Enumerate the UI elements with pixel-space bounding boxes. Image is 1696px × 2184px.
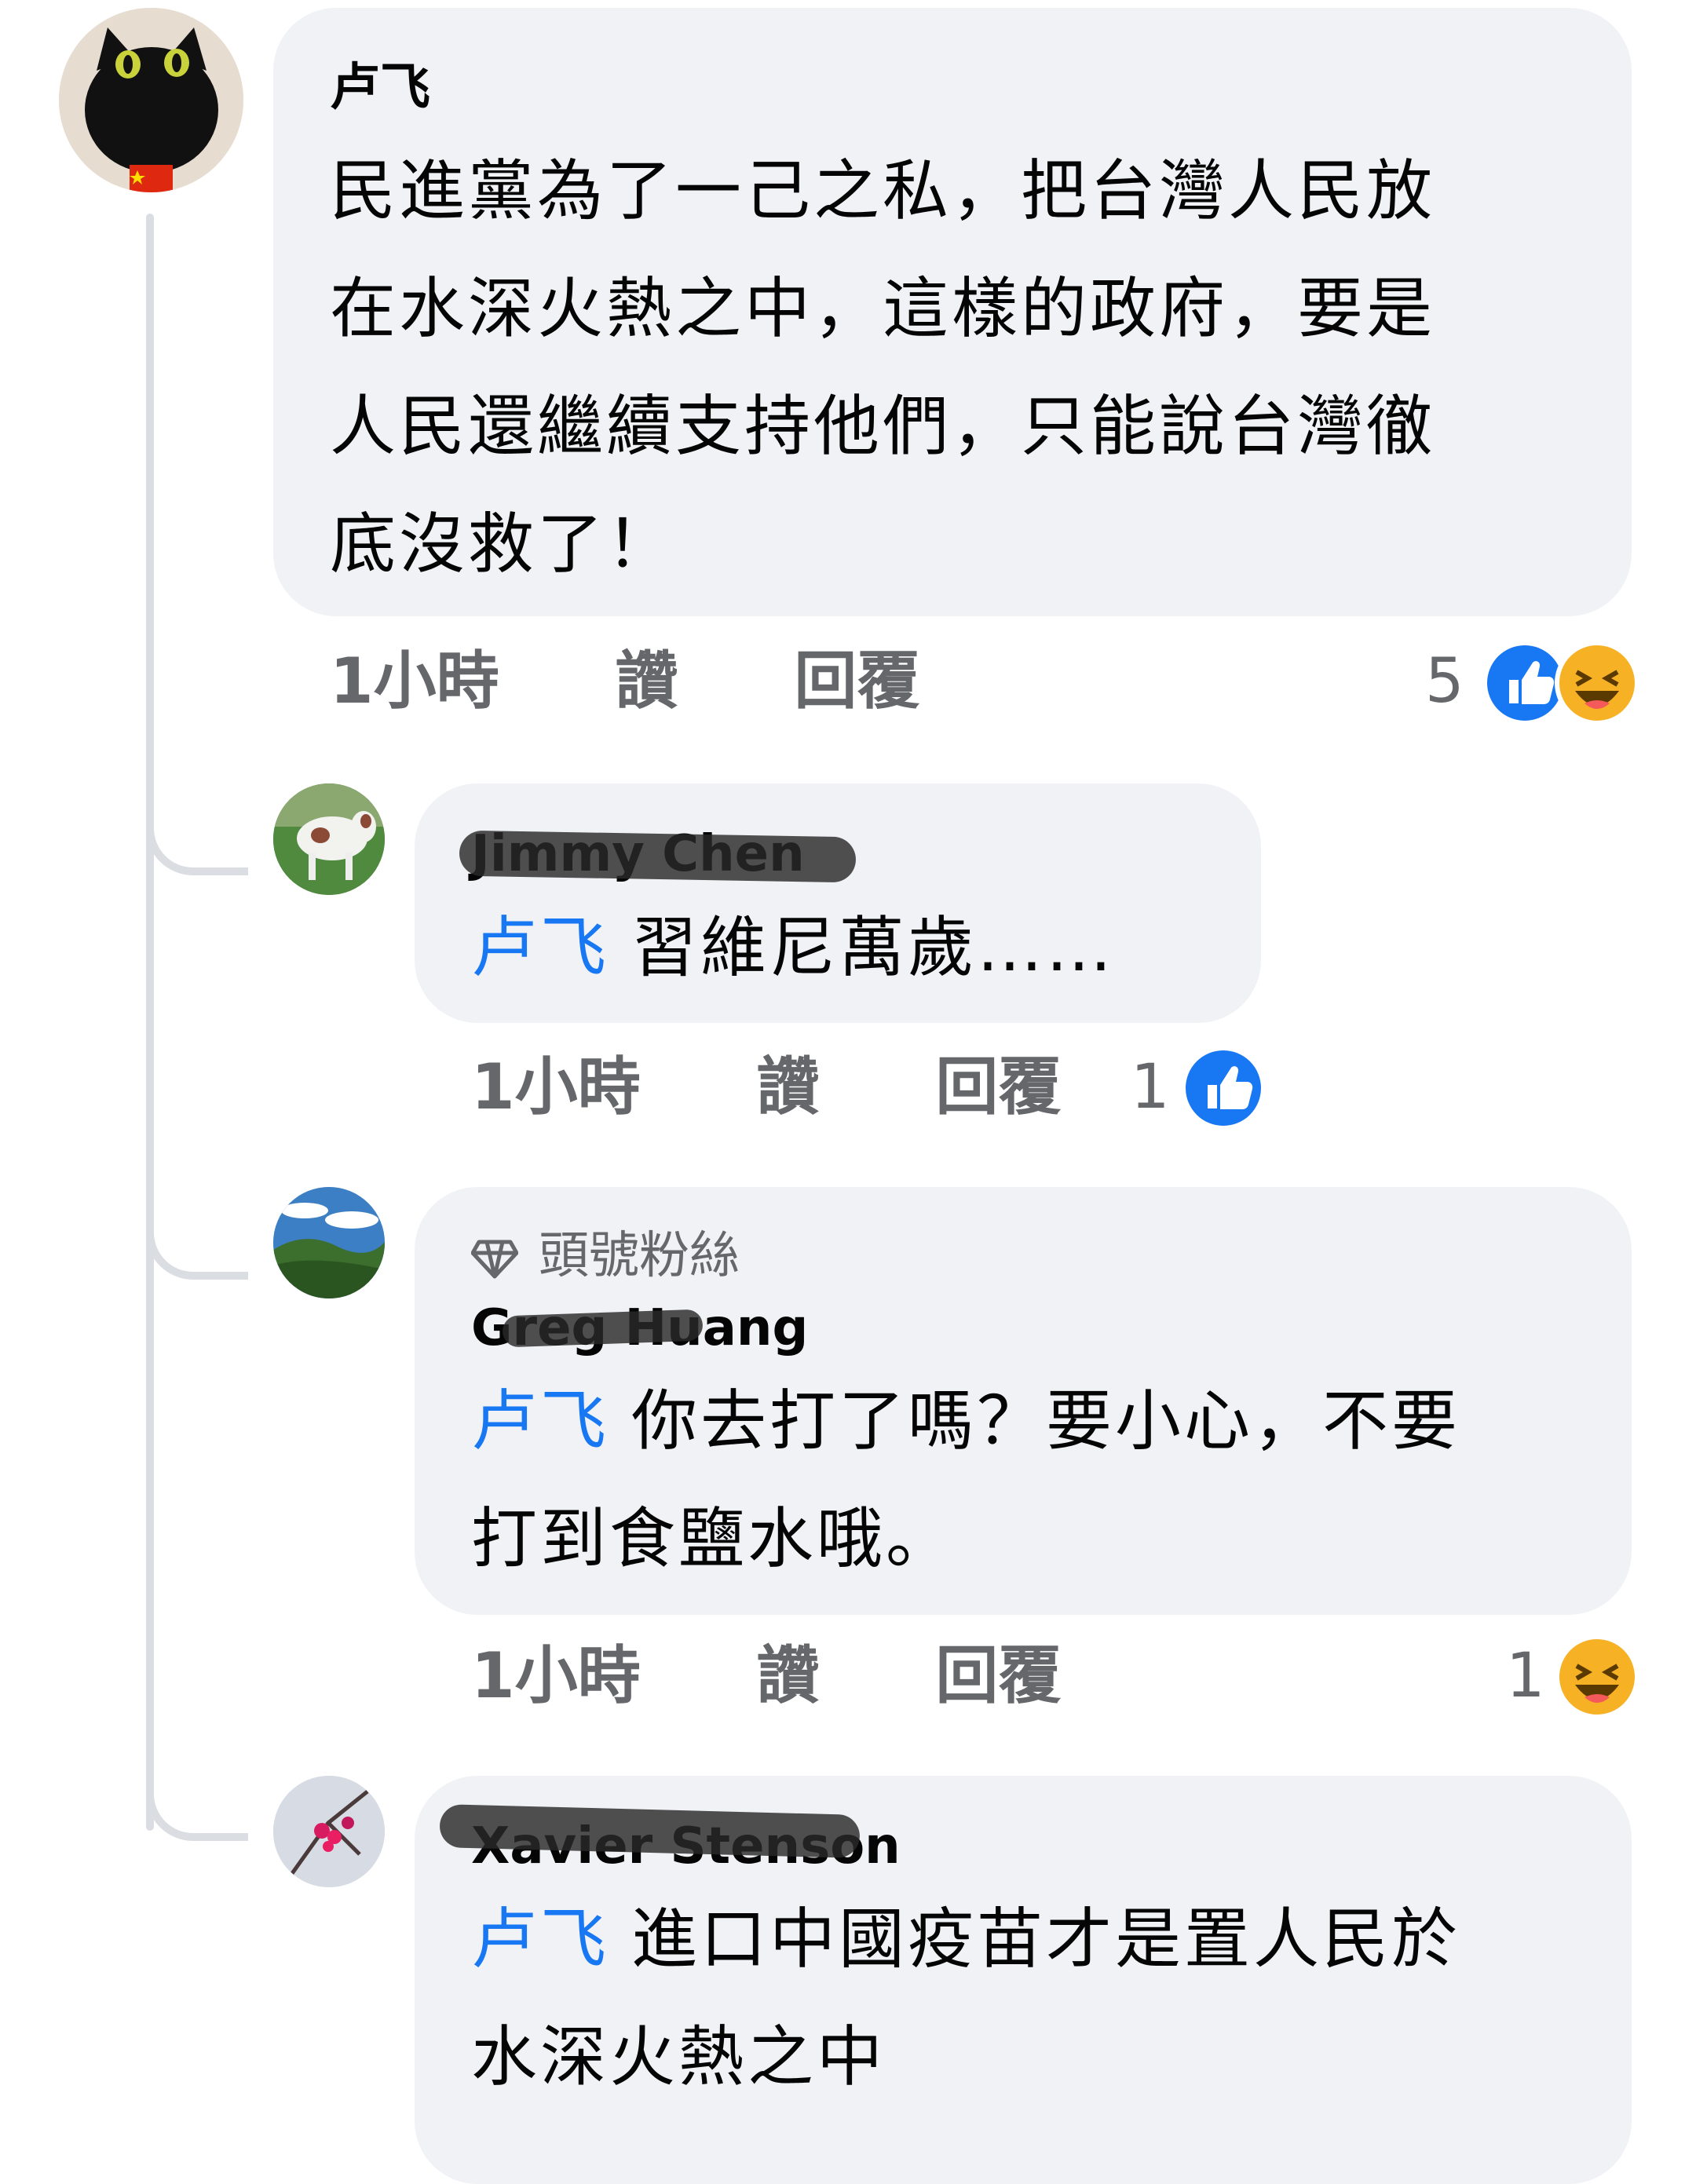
flower-avatar-icon — [273, 1776, 385, 1887]
like-button[interactable]: 讚 — [757, 1637, 820, 1715]
comment-author[interactable]: 卢飞 — [330, 57, 430, 119]
avatar-reply-1[interactable] — [273, 783, 385, 895]
thread-line-vertical — [146, 214, 154, 1831]
reply-line: 卢飞 你去打了嗎？要小心，不要 — [471, 1362, 1602, 1480]
comment-line: 民進黨為了一己之私，把台灣人民放 — [330, 152, 1436, 229]
reaction-count[interactable]: 5 — [1425, 642, 1464, 721]
thread-branch-2 — [146, 1209, 248, 1280]
dog-avatar-icon — [273, 783, 385, 895]
reply-body-2: 卢飞 你去打了嗎？要小心，不要 打到食鹽水哦。 — [471, 1362, 1602, 1598]
comment-line: 人民還繼續支持他們，只能說台灣徹 — [330, 388, 1436, 465]
laughing-face-icon — [1575, 670, 1619, 709]
reply-meta-1: 1小時 讚 回覆 — [471, 1048, 1061, 1127]
comment-body: 民進黨為了一己之私，把台灣人民放 在水深火熱之中，這樣的政府，要是 人民還繼續支… — [330, 132, 1602, 603]
reaction-count[interactable]: 1 — [1506, 1637, 1545, 1715]
redaction-mark — [459, 830, 857, 883]
reply-text: 進口中國疫苗才是置人民於 — [631, 1901, 1461, 1978]
haha-icon[interactable] — [1555, 641, 1639, 725]
mention-link[interactable]: 卢飞 — [471, 1382, 609, 1459]
comment-time[interactable]: 1小時 — [330, 642, 499, 721]
avatar-main[interactable] — [59, 8, 243, 192]
haha-icon[interactable] — [1555, 1634, 1639, 1719]
laughing-face-icon — [1575, 1664, 1619, 1703]
reply-text: 你去打了嗎？要小心，不要 — [631, 1382, 1461, 1459]
reply-line: 卢飞 進口中國疫苗才是置人民於 — [471, 1880, 1602, 1998]
landscape-avatar-icon — [273, 1187, 385, 1298]
cat-avatar-icon — [59, 8, 243, 192]
thumbs-up-icon — [1509, 661, 1555, 704]
like-icon[interactable] — [1181, 1046, 1266, 1130]
reply-meta-2: 1小時 讚 回覆 — [471, 1637, 1061, 1715]
like-button[interactable]: 讚 — [616, 642, 678, 721]
mention-link[interactable]: 卢飞 — [471, 909, 609, 986]
reply-button[interactable]: 回覆 — [794, 642, 919, 721]
reply-text: 習維尼萬歲…… — [631, 909, 1116, 986]
comment-line: 底沒救了！ — [330, 506, 676, 583]
reply-body-1: 卢飞 習維尼萬歲…… — [471, 889, 1115, 1006]
mention-link[interactable]: 卢飞 — [471, 1901, 609, 1978]
badge-label: 頭號粉絲 — [539, 1227, 740, 1285]
thumbs-up-icon — [1208, 1066, 1253, 1109]
reply-time[interactable]: 1小時 — [471, 1048, 641, 1127]
reply-line: 打到食鹽水哦。 — [471, 1500, 956, 1577]
thread-branch-3 — [146, 1770, 248, 1841]
reaction-count[interactable]: 1 — [1131, 1048, 1170, 1127]
reply-time[interactable]: 1小時 — [471, 1637, 641, 1715]
comment-meta: 1小時 讚 回覆 — [330, 642, 919, 721]
reply-line: 水深火熱之中 — [471, 2018, 886, 2095]
like-button[interactable]: 讚 — [757, 1048, 820, 1127]
avatar-reply-2[interactable] — [273, 1187, 385, 1298]
reply-button[interactable]: 回覆 — [935, 1637, 1061, 1715]
avatar-reply-3[interactable] — [273, 1776, 385, 1887]
top-fan-badge: 頭號粉絲 — [470, 1225, 740, 1287]
reply-button[interactable]: 回覆 — [935, 1048, 1061, 1127]
reply-body-3: 卢飞 進口中國疫苗才是置人民於 水深火熱之中 — [471, 1880, 1602, 2116]
diamond-icon — [470, 1240, 519, 1279]
thread-branch-1 — [146, 805, 248, 875]
comment-line: 在水深火熱之中，這樣的政府，要是 — [330, 270, 1436, 347]
